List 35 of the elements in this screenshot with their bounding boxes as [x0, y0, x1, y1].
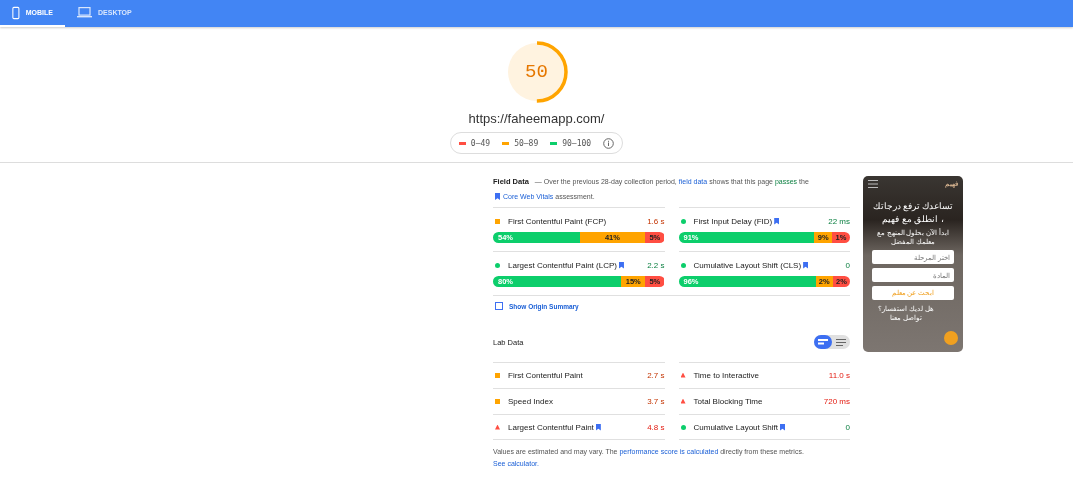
hero-headline: تساعدك ترفع درجاتك ، انطلق مع فهيم [871, 200, 955, 226]
metric-value: 1.6 s [647, 216, 665, 226]
metric-name: First Input Delay (FID) [693, 216, 773, 226]
metric-name: First Contentful Paint [508, 370, 583, 380]
metric-value: 2.2 s [647, 260, 665, 270]
checkbox[interactable] [495, 302, 503, 310]
laptop-icon [77, 7, 92, 18]
info-icon[interactable] [603, 137, 615, 149]
list-icon [836, 338, 846, 346]
metric-name: Largest Contentful Paint (LCP) [508, 260, 617, 270]
metric-value: 22 ms [828, 216, 850, 226]
legend-label: 50–89 [514, 138, 539, 148]
metric-name: First Contentful Paint (FCP) [508, 216, 607, 226]
metric-value: 3.7 s [647, 396, 665, 406]
legend-label: 90–100 [562, 138, 592, 148]
metric-value: 4.8 s [647, 422, 665, 432]
metric-value: 720 ms [823, 396, 850, 406]
bookmark-icon [495, 193, 500, 200]
metric-value: 0 [845, 260, 850, 270]
legend-label: 0–49 [470, 138, 491, 148]
phone-icon [12, 5, 20, 20]
bars-icon [818, 339, 828, 345]
metric-name: Largest Contentful Paint [508, 422, 594, 432]
metric-name: Time to Interactive [693, 370, 759, 380]
metric-value: 2.7 s [647, 370, 665, 380]
metric-name: Cumulative Layout Shift (CLS) [693, 260, 802, 270]
metric-name: Total Blocking Time [693, 396, 763, 406]
page-url: https://faheemapp.com/ [468, 111, 605, 126]
performance-score: 50 [524, 60, 549, 84]
metric-name: Cumulative Layout Shift [693, 422, 778, 432]
view-toggle[interactable] [814, 335, 832, 349]
metric-value: 11.0 s [828, 370, 850, 380]
menu-icon [868, 180, 878, 188]
metric-value: 0 [845, 422, 850, 432]
metric-name: Speed Index [508, 396, 553, 406]
